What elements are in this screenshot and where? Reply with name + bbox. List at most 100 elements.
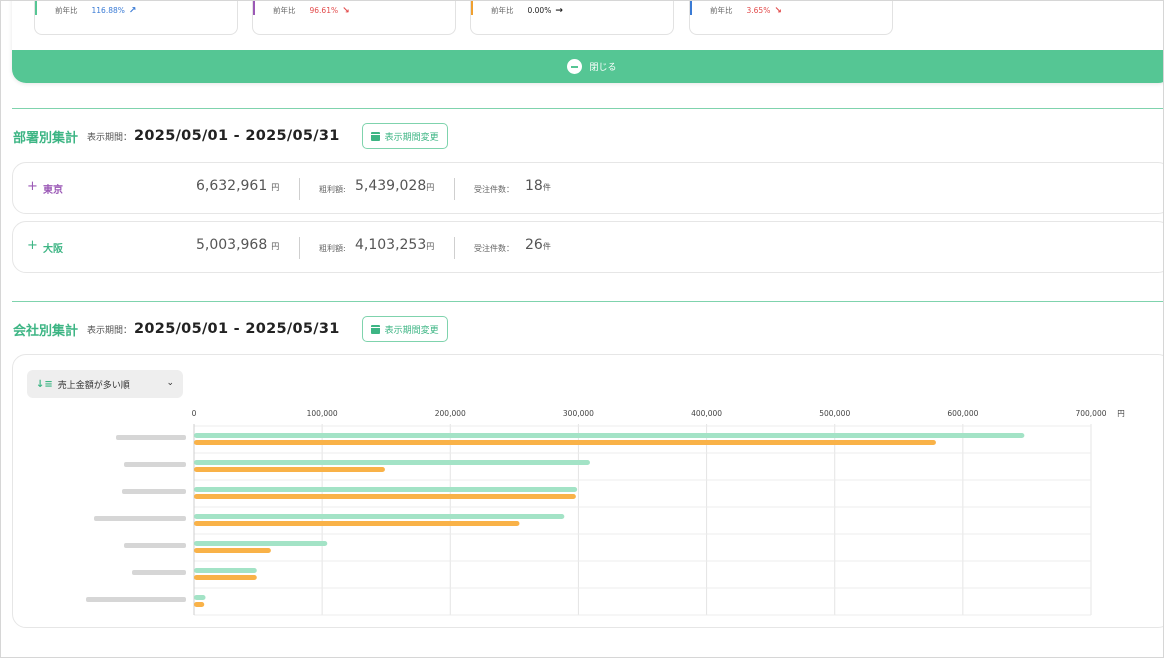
change-period-label: 表示期間変更 bbox=[384, 132, 439, 143]
period-value: 2025/05/01 - 2025/05/31 bbox=[134, 321, 340, 337]
calendar-icon bbox=[370, 131, 380, 141]
arrow-right-icon: → bbox=[555, 5, 563, 16]
card-accent-bar bbox=[35, 1, 37, 15]
section-title: 会社別集計 bbox=[13, 323, 79, 339]
bar bbox=[194, 494, 576, 499]
separator bbox=[454, 178, 455, 200]
card-accent-bar bbox=[253, 1, 255, 15]
x-tick-label: 100,000 bbox=[307, 409, 338, 418]
orders-value: 26 bbox=[525, 237, 543, 253]
card-accent-bar bbox=[471, 1, 473, 15]
arrow-down-right-icon: ↘ bbox=[342, 5, 350, 16]
x-tick-label: 600,000 bbox=[947, 409, 978, 418]
change-period-button[interactable]: 表示期間変更 bbox=[361, 123, 448, 149]
close-label: 閉じる bbox=[589, 63, 617, 73]
expand-plus-icon[interactable]: + bbox=[27, 238, 38, 253]
gross-profit: 5,439,028円 bbox=[355, 178, 434, 194]
blurred-company-name bbox=[94, 516, 186, 521]
separator bbox=[454, 237, 455, 259]
yen-unit: 円 bbox=[426, 242, 435, 251]
x-tick-label: 500,000 bbox=[819, 409, 850, 418]
department-row-tokyo[interactable]: + 東京 6,632,961 円 粗利額: 5,439,028円 受注件数： 18… bbox=[12, 162, 1163, 214]
orders-count: 18件 bbox=[525, 178, 551, 194]
summary-panel: 前年比 116.88% ↗ 前年比 96.61% ↘ 前年比 0.00% → 前… bbox=[12, 1, 1163, 83]
bar bbox=[194, 433, 1025, 438]
yen-unit: 円 bbox=[271, 242, 280, 251]
bar bbox=[194, 467, 385, 472]
card-accent-bar bbox=[690, 1, 692, 15]
company-chart-panel: ↓≡ 売上金額が多い順 ⌄ 0 100,000 200,000 300,000 400,… bbox=[12, 354, 1163, 628]
yoy-label: 前年比 bbox=[491, 6, 514, 15]
separator bbox=[299, 237, 300, 259]
yoy-label: 前年比 bbox=[273, 6, 296, 15]
summary-card: 前年比 116.88% ↗ bbox=[34, 1, 238, 35]
yoy-value: 116.88% bbox=[91, 6, 125, 15]
separator bbox=[299, 178, 300, 200]
orders-label: 受注件数： bbox=[474, 185, 514, 194]
blurred-company-name bbox=[116, 435, 186, 440]
x-axis-unit: 円 bbox=[1117, 409, 1125, 418]
yen-unit: 円 bbox=[271, 183, 280, 192]
x-tick-label: 0 bbox=[192, 409, 197, 418]
period-label: 表示期間： bbox=[87, 325, 133, 336]
minus-circle-icon bbox=[567, 59, 583, 74]
bar bbox=[194, 487, 578, 492]
section-divider bbox=[12, 301, 1163, 302]
gross-profit-label: 粗利額: bbox=[319, 244, 346, 253]
x-tick-label: 300,000 bbox=[563, 409, 594, 418]
change-period-label: 表示期間変更 bbox=[384, 325, 439, 336]
yoy-label: 前年比 bbox=[55, 6, 78, 15]
orders-value: 18 bbox=[525, 178, 543, 194]
orders-unit: 件 bbox=[542, 242, 551, 251]
yoy-row: 前年比 116.88% ↗ bbox=[55, 5, 136, 16]
bar bbox=[194, 548, 271, 553]
orders-unit: 件 bbox=[542, 183, 551, 192]
blurred-company-name bbox=[132, 570, 186, 575]
change-period-button[interactable]: 表示期間変更 bbox=[361, 316, 448, 342]
bar bbox=[194, 541, 328, 546]
blurred-company-name bbox=[122, 489, 186, 494]
yoy-row: 前年比 3.65% ↘ bbox=[710, 5, 782, 16]
gross-profit-value: 4,103,253 bbox=[355, 237, 427, 253]
expand-plus-icon[interactable]: + bbox=[27, 179, 38, 194]
summary-card: 前年比 3.65% ↘ bbox=[689, 1, 893, 35]
department-row-osaka[interactable]: + 大阪 5,003,968 円 粗利額: 4,103,253円 受注件数： 26… bbox=[12, 221, 1163, 273]
sales-amount: 5,003,968 円 bbox=[196, 237, 279, 253]
blurred-company-name bbox=[124, 543, 186, 548]
department-section-header: 部署別集計 表示期間： 2025/05/01 - 2025/05/31 表示期間… bbox=[13, 123, 448, 149]
gross-profit-label: 粗利額: bbox=[319, 185, 346, 194]
x-tick-label: 400,000 bbox=[691, 409, 722, 418]
sales-amount: 6,632,961 円 bbox=[196, 178, 279, 194]
company-sales-chart: 0 100,000 200,000 300,000 400,000 500,000 600,… bbox=[86, 409, 1125, 616]
gross-profit: 4,103,253円 bbox=[355, 237, 434, 253]
summary-card: 前年比 96.61% ↘ bbox=[252, 1, 456, 35]
summary-card: 前年比 0.00% → bbox=[470, 1, 674, 35]
yoy-row: 前年比 96.61% ↘ bbox=[273, 5, 350, 16]
bar bbox=[194, 602, 205, 607]
period-value: 2025/05/01 - 2025/05/31 bbox=[134, 128, 340, 144]
blurred-company-name bbox=[86, 597, 186, 602]
orders-count: 26件 bbox=[525, 237, 551, 253]
arrow-down-right-icon: ↘ bbox=[774, 5, 782, 16]
blurred-company-name bbox=[124, 462, 186, 467]
x-tick-label: 200,000 bbox=[435, 409, 466, 418]
orders-label: 受注件数： bbox=[474, 244, 514, 253]
yoy-value: 0.00% bbox=[527, 6, 552, 15]
bar bbox=[194, 568, 257, 573]
yen-unit: 円 bbox=[426, 183, 435, 192]
department-name: 大阪 bbox=[43, 244, 63, 255]
close-summary-button[interactable]: 閉じる bbox=[12, 50, 1163, 83]
company-section-header: 会社別集計 表示期間： 2025/05/01 - 2025/05/31 表示期間… bbox=[13, 316, 448, 342]
bar bbox=[194, 440, 936, 445]
yoy-label: 前年比 bbox=[710, 6, 733, 15]
bar bbox=[194, 575, 257, 580]
bar bbox=[194, 521, 520, 526]
arrow-up-right-icon: ↗ bbox=[128, 5, 137, 16]
bar bbox=[194, 595, 206, 600]
bar bbox=[194, 514, 565, 519]
section-title: 部署別集計 bbox=[13, 130, 79, 146]
x-tick-label: 700,000 bbox=[1075, 409, 1106, 418]
gross-profit-value: 5,439,028 bbox=[355, 178, 427, 194]
period-label: 表示期間： bbox=[87, 132, 133, 143]
yoy-row: 前年比 0.00% → bbox=[491, 5, 563, 16]
